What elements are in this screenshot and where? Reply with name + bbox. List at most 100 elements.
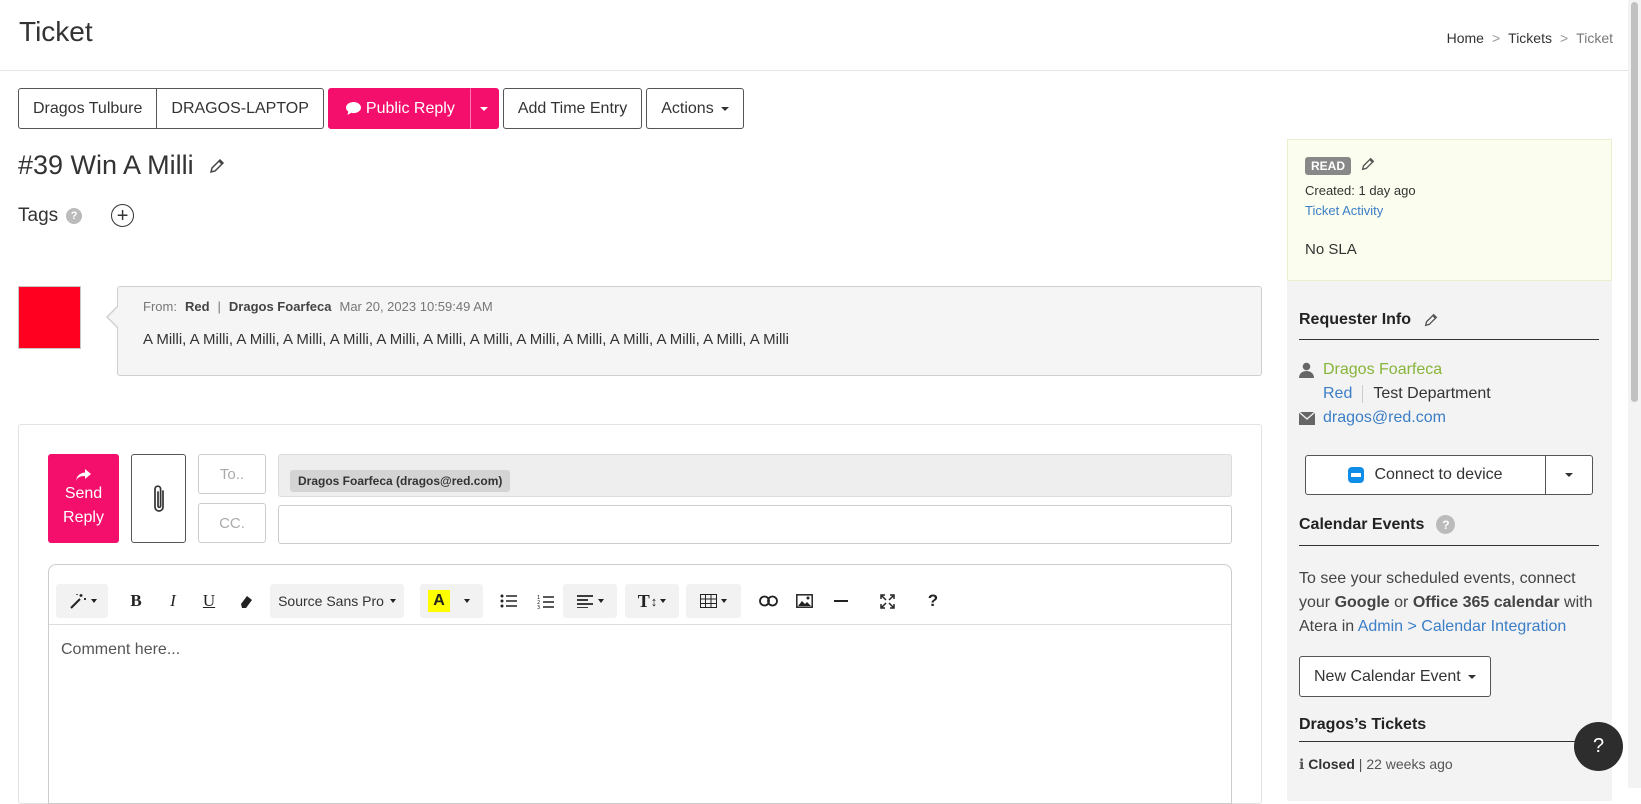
highlight-color-icon[interactable]: A — [428, 590, 450, 612]
message-date: Mar 20, 2023 10:59:49 AM — [339, 299, 493, 314]
ticket-title: #39 Win A Milli — [18, 150, 194, 180]
text-height-arrow: ↕ — [650, 593, 658, 609]
magic-wand-icon — [69, 594, 86, 609]
underline-icon[interactable]: U — [197, 584, 221, 618]
scrollbar-thumb[interactable] — [1631, 2, 1638, 402]
share-arrow-icon — [76, 468, 91, 481]
requester-email-link[interactable]: dragos@red.com — [1323, 409, 1446, 427]
text-height-icon: T — [637, 590, 650, 611]
envelope-icon — [1299, 412, 1315, 425]
help-chat-button[interactable]: ? — [1574, 722, 1623, 771]
from-label: From: — [143, 299, 177, 314]
teamviewer-icon — [1348, 467, 1365, 483]
public-reply-dropdown[interactable] — [469, 88, 499, 129]
org-separator — [1362, 385, 1364, 403]
comment-placeholder: Comment here... — [61, 641, 181, 658]
recipient-chip[interactable]: Dragos Foarfeca (dragos@red.com) — [290, 470, 511, 492]
editor-help-icon[interactable]: ? — [921, 584, 945, 618]
add-time-entry-button[interactable]: Add Time Entry — [502, 88, 643, 129]
connect-to-device-button[interactable]: Connect to device — [1305, 455, 1546, 495]
meta-separator: | — [217, 299, 221, 314]
bubble-arrow-fill — [108, 307, 118, 327]
tags-row: Tags ? + — [18, 204, 135, 227]
connect-dropdown[interactable] — [1545, 455, 1593, 495]
ticket-history-item[interactable]: ℹ Closed | 22 weeks ago — [1299, 756, 1453, 773]
numbered-list-icon[interactable]: 123 — [533, 584, 557, 618]
device-button[interactable]: DRAGOS-LAPTOP — [157, 88, 324, 129]
bold-icon[interactable]: B — [124, 584, 148, 618]
text-size-dropdown[interactable]: T ↕ — [625, 584, 679, 618]
caret-down-icon — [720, 106, 729, 111]
font-family-select[interactable]: Source Sans Pro — [270, 584, 404, 618]
calendar-integration-link[interactable]: Admin > Calendar Integration — [1358, 618, 1567, 635]
tags-label: Tags — [18, 204, 59, 226]
send-label-1: Send — [64, 484, 103, 502]
caret-down-icon — [1467, 674, 1476, 679]
italic-icon[interactable]: I — [161, 584, 185, 618]
table-dropdown[interactable] — [686, 584, 741, 618]
public-reply-label: Public Reply — [365, 99, 455, 117]
ticket-activity-link[interactable]: Ticket Activity — [1305, 203, 1383, 218]
paperclip-icon — [153, 484, 164, 512]
created-time: Created: 1 day ago — [1305, 183, 1416, 198]
requester-org-row: Red Test Department — [1323, 385, 1491, 403]
ticket-title-row: #39 Win A Milli — [18, 150, 226, 181]
new-calendar-event-button[interactable]: New Calendar Event — [1299, 656, 1491, 697]
from-customer: Red — [184, 299, 210, 314]
caret-down-icon — [480, 106, 489, 111]
eraser-icon[interactable] — [234, 584, 258, 618]
calendar-divider — [1299, 545, 1599, 546]
tickets-heading: Dragos’s Tickets — [1299, 716, 1427, 733]
cc-field[interactable] — [278, 505, 1232, 544]
connect-label: Connect to device — [1374, 466, 1503, 483]
message-body: A Milli, A Milli, A Milli, A Milli, A Mi… — [143, 331, 789, 348]
calendar-instructions: To see your scheduled events, connect yo… — [1299, 567, 1599, 639]
calendar-google: Google — [1334, 594, 1390, 611]
link-icon[interactable] — [756, 584, 780, 618]
closed-time: | 22 weeks ago — [1358, 756, 1453, 772]
send-label-2: Reply — [63, 508, 104, 526]
send-reply-button[interactable]: Send Reply — [48, 454, 119, 543]
align-left-icon — [576, 594, 593, 608]
customer-button[interactable]: Dragos Tulbure — [18, 88, 158, 129]
caret-down-icon — [660, 599, 667, 603]
help-icon[interactable]: ? — [66, 207, 83, 224]
image-icon[interactable] — [792, 584, 816, 618]
requester-customer-link[interactable]: Red — [1323, 385, 1352, 403]
caret-down-icon — [721, 599, 727, 603]
breadcrumb-tickets[interactable]: Tickets — [1508, 30, 1552, 46]
pencil-icon[interactable] — [208, 157, 226, 175]
breadcrumb: Home > Tickets > Ticket — [1447, 30, 1613, 46]
caret-down-icon — [597, 599, 604, 603]
horizontal-rule-icon[interactable] — [829, 584, 853, 618]
to-button[interactable]: To.. — [198, 454, 266, 494]
ticket-toolbar: Dragos Tulbure DRAGOS-LAPTOP Public Repl… — [18, 88, 744, 129]
color-dropdown-icon[interactable] — [464, 599, 470, 603]
breadcrumb-home[interactable]: Home — [1447, 30, 1484, 46]
requester-name[interactable]: Dragos Foarfeca — [1323, 361, 1442, 379]
align-dropdown[interactable] — [563, 584, 617, 618]
actions-button[interactable]: Actions — [646, 88, 744, 129]
bullet-list-icon[interactable] — [496, 584, 520, 618]
page-title: Ticket — [19, 16, 93, 47]
breadcrumb-separator: > — [1559, 30, 1569, 46]
add-tag-icon[interactable]: + — [111, 204, 135, 227]
style-dropdown[interactable] — [56, 584, 108, 618]
avatar — [18, 286, 81, 349]
help-icon[interactable]: ? — [1436, 515, 1456, 534]
calendar-office: Office 365 calendar — [1412, 594, 1560, 611]
table-icon — [700, 594, 717, 608]
pencil-icon[interactable] — [1360, 156, 1376, 172]
attach-button[interactable] — [131, 454, 186, 543]
info-icon: ℹ — [1299, 756, 1305, 772]
calendar-heading: Calendar Events — [1299, 515, 1425, 533]
from-name: Dragos Foarfeca — [228, 299, 332, 314]
calendar-or: or — [1389, 594, 1413, 611]
status-badge: READ — [1305, 157, 1352, 175]
cc-button[interactable]: CC. — [198, 503, 266, 543]
public-reply-button[interactable]: Public Reply — [327, 88, 470, 129]
fullscreen-icon[interactable] — [875, 584, 899, 618]
pencil-icon[interactable] — [1423, 312, 1439, 328]
caret-down-icon — [389, 599, 396, 603]
tickets-heading-row: Dragos’s Tickets — [1299, 716, 1426, 734]
